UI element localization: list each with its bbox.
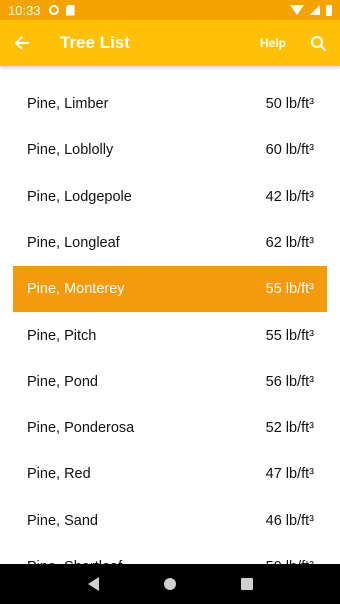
- tree-density: 55 lb/ft³: [265, 281, 314, 298]
- tree-name: Pine, Pond: [27, 373, 98, 390]
- navigation-bar: [0, 564, 340, 604]
- status-bar: 10:33: [0, 0, 340, 20]
- tree-density: 62 lb/ft³: [265, 234, 314, 251]
- tree-name: Pine, Lodgepole: [27, 188, 132, 205]
- back-button[interactable]: [0, 20, 44, 66]
- nav-home-icon[interactable]: [163, 578, 176, 590]
- signal-icon: [310, 5, 320, 15]
- list-item-selected[interactable]: Pine, Monterey 55 lb/ft³: [13, 266, 327, 313]
- tree-name: Pine, Limber: [27, 96, 109, 112]
- nav-back-icon[interactable]: [87, 577, 99, 591]
- list-item[interactable]: Pine, Shortleaf59 lb/ft³: [13, 544, 327, 564]
- page-title: Tree List: [60, 33, 130, 52]
- list-item[interactable]: Pine, Longleaf 62 lb/ft³: [13, 220, 327, 266]
- tree-name: Pine, Monterey: [27, 281, 125, 298]
- tree-density: 56 lb/ft³: [265, 373, 314, 390]
- settings-notification-icon: [48, 5, 59, 15]
- tree-name: Pine, Pitch: [27, 327, 97, 344]
- battery-icon: [326, 4, 332, 16]
- tree-name: Pine, Loblolly: [27, 142, 114, 159]
- arrow-left-icon: [14, 36, 29, 50]
- search-button[interactable]: [298, 20, 338, 66]
- list-item[interactable]: Pine, Limber 50 lb/ft³: [13, 81, 327, 127]
- help-button[interactable]: Help: [248, 36, 298, 50]
- tree-name: Pine, Red: [27, 466, 91, 483]
- search-icon: [310, 35, 326, 51]
- status-time: 10:33: [8, 2, 41, 18]
- list-item[interactable]: Pine, Pitch 55 lb/ft³: [13, 313, 327, 359]
- nav-recents-icon[interactable]: [240, 578, 253, 590]
- tree-name: Pine, Ponderosa: [27, 420, 135, 437]
- list-item[interactable]: Pine, Sand 46 lb/ft³: [13, 498, 327, 544]
- list-item[interactable]: Pine, Loblolly 60 lb/ft³: [13, 127, 327, 173]
- tree-density: 42 lb/ft³: [265, 188, 314, 205]
- tree-list[interactable]: Pine, Limber 50 lb/ft³ Pine, Loblolly 60 lb…: [0, 66, 340, 564]
- tree-density: 50 lb/ft³: [265, 96, 314, 112]
- list-item[interactable]: Pine, Ponderosa 52 lb/ft³: [13, 405, 327, 451]
- app-bar: Tree List Help: [0, 20, 340, 66]
- list-item[interactable]: Pine, Red 47 lb/ft³: [13, 451, 327, 497]
- tree-density: 55 lb/ft³: [265, 327, 314, 344]
- list-item[interactable]: Pine, Pond 56 lb/ft³: [13, 359, 327, 405]
- tree-name: Pine, Sand: [27, 512, 98, 529]
- tree-name: Pine, Longleaf: [27, 234, 120, 251]
- tree-density: 46 lb/ft³: [265, 512, 314, 529]
- wifi-icon: [290, 5, 304, 15]
- list-item[interactable]: Pine, Lodgepole 42 lb/ft³: [13, 174, 327, 220]
- tree-density: 47 lb/ft³: [265, 466, 314, 483]
- tree-density: 60 lb/ft³: [265, 142, 314, 159]
- sd-card-icon: [65, 4, 75, 16]
- tree-density: 52 lb/ft³: [265, 420, 314, 437]
